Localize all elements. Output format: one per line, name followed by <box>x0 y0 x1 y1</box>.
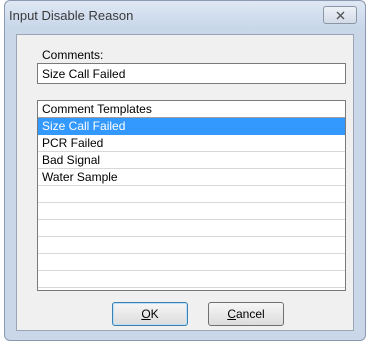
list-item[interactable]: Bad Signal <box>38 152 345 169</box>
dialog-client-area: Comments: Comment Templates Size Call Fa… <box>16 34 354 331</box>
empty-list-row[interactable] <box>38 186 345 203</box>
list-item[interactable]: Size Call Failed <box>38 118 345 135</box>
empty-list-row[interactable] <box>38 271 345 288</box>
list-item[interactable]: Water Sample <box>38 169 345 186</box>
empty-list-row[interactable] <box>38 254 345 271</box>
window-title: Input Disable Reason <box>9 8 134 23</box>
ok-mnemonic: O <box>141 307 151 321</box>
cancel-label-rest: ancel <box>235 307 265 321</box>
ok-label-rest: K <box>150 307 159 321</box>
close-button[interactable] <box>323 6 357 24</box>
close-icon <box>336 11 344 19</box>
comments-input[interactable] <box>37 63 346 84</box>
empty-list-row[interactable] <box>38 203 345 220</box>
cancel-button[interactable]: Cancel <box>208 302 284 326</box>
empty-list-row[interactable] <box>38 220 345 237</box>
list-item[interactable]: PCR Failed <box>38 135 345 152</box>
comments-label: Comments: <box>42 48 104 62</box>
cancel-mnemonic: C <box>227 307 236 321</box>
dialog-window: Input Disable Reason Comments: Comment T… <box>4 0 366 341</box>
list-header: Comment Templates <box>38 101 345 118</box>
title-bar[interactable]: Input Disable Reason <box>5 1 365 29</box>
ok-button[interactable]: OK <box>112 302 188 326</box>
comment-templates-list[interactable]: Comment Templates Size Call Failed PCR F… <box>37 100 346 291</box>
empty-list-row[interactable] <box>38 237 345 254</box>
